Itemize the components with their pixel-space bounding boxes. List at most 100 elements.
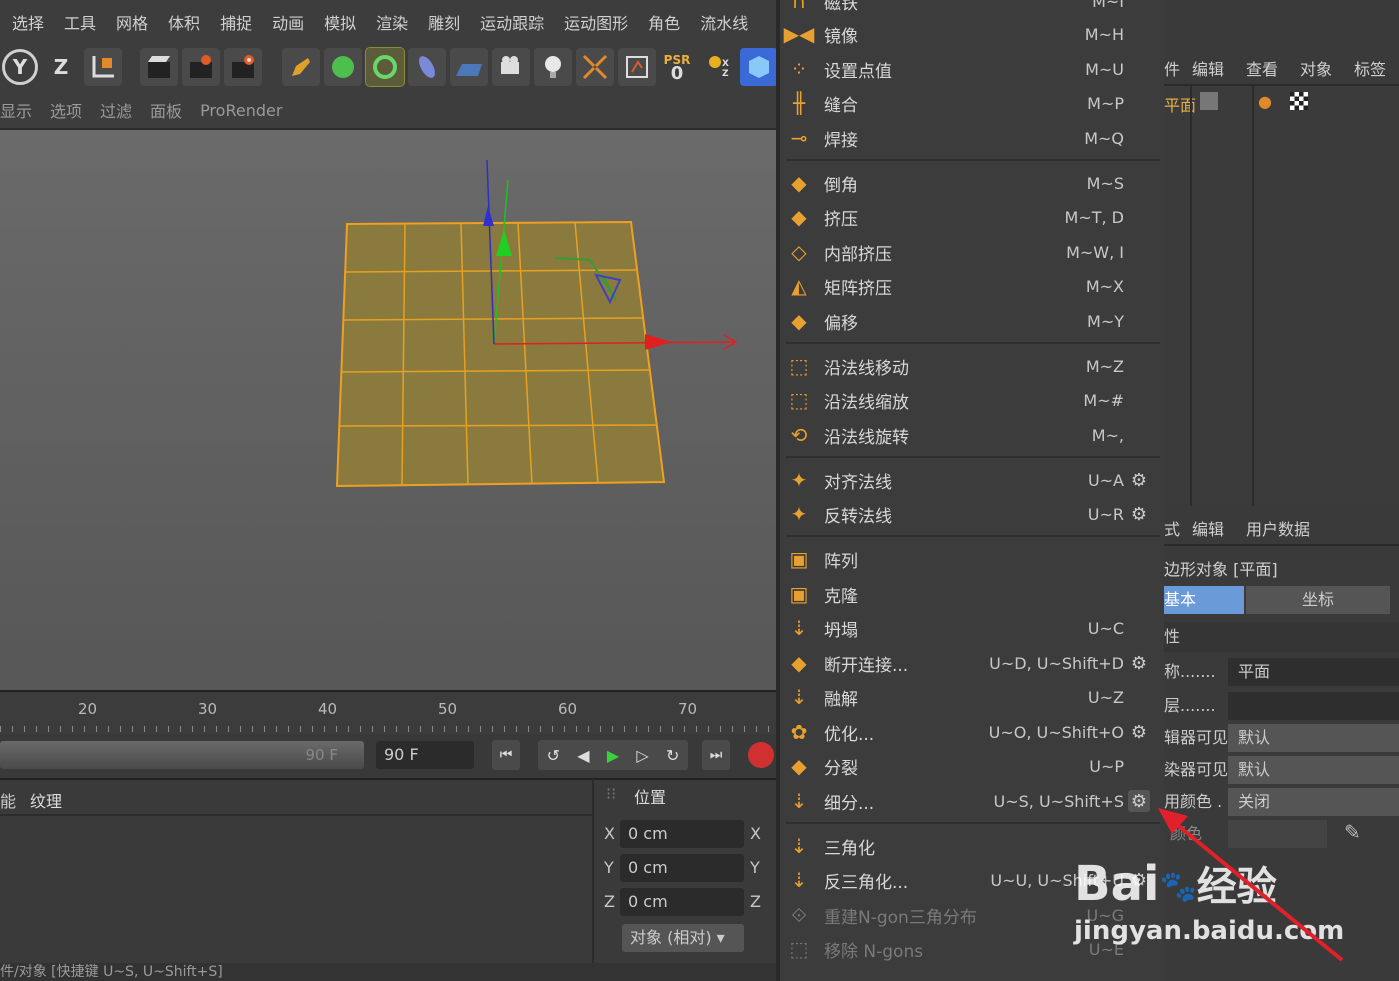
- tab-basic[interactable]: 基本: [1164, 586, 1244, 614]
- menu-item[interactable]: ⁘ 设置点值 M~U: [780, 52, 1164, 86]
- subdivision-icon[interactable]: [365, 47, 405, 87]
- menu-item[interactable]: ▣ 克隆: [780, 577, 1164, 611]
- menu-snap[interactable]: 捕捉: [210, 10, 262, 34]
- menu-sculpt[interactable]: 雕刻: [418, 10, 470, 34]
- prop-layer-field[interactable]: [1228, 692, 1399, 720]
- coordinate-system-icon[interactable]: [84, 48, 122, 86]
- play-icon[interactable]: ▶: [607, 746, 619, 765]
- 3d-viewport[interactable]: [0, 128, 776, 690]
- view-display[interactable]: 显示: [0, 98, 41, 122]
- z-axis-handle[interactable]: [483, 206, 494, 226]
- menu-mesh[interactable]: 网格: [106, 10, 158, 34]
- position-y-field[interactable]: 0 cm: [620, 854, 744, 882]
- prop-renderer-visible-dropdown[interactable]: 默认: [1228, 756, 1399, 784]
- menu-animate[interactable]: 动画: [262, 10, 314, 34]
- menu-item[interactable]: ⬚ 沿法线移动 M~Z: [780, 349, 1164, 383]
- gear-icon[interactable]: ⚙: [1128, 503, 1150, 525]
- view-options[interactable]: 选项: [41, 98, 91, 122]
- om-menu-file[interactable]: 件: [1164, 56, 1180, 80]
- menu-item[interactable]: ✿ 优化... U~O, U~Shift+O ⚙: [780, 715, 1164, 749]
- viewport-solo-icon[interactable]: [618, 48, 656, 86]
- frame-end-field[interactable]: 90 F: [376, 741, 474, 769]
- material-tab-texture[interactable]: 纹理: [30, 788, 62, 812]
- menu-simulate[interactable]: 模拟: [314, 10, 366, 34]
- position-z-field[interactable]: 0 cm: [620, 888, 744, 916]
- menu-item[interactable]: ◇ 内部挤压 M~W, I: [780, 235, 1164, 269]
- position-x-field[interactable]: 0 cm: [620, 820, 744, 848]
- menu-render[interactable]: 渲染: [366, 10, 418, 34]
- om-menu-object[interactable]: 对象: [1300, 56, 1332, 80]
- prop-name-field[interactable]: 平面: [1228, 658, 1399, 686]
- camera-icon[interactable]: [492, 48, 530, 86]
- menu-motion-tracking[interactable]: 运动跟踪: [470, 10, 554, 34]
- render-view-icon[interactable]: [140, 48, 178, 86]
- menu-volume[interactable]: 体积: [158, 10, 210, 34]
- menu-select[interactable]: 选择: [2, 10, 54, 34]
- menu-item[interactable]: ◆ 分裂 U~P: [780, 749, 1164, 783]
- timeline-ruler[interactable]: 20 30 40 50 60 70: [0, 690, 776, 734]
- om-menu-edit[interactable]: 编辑: [1192, 56, 1224, 80]
- prev-key-icon[interactable]: ◀: [577, 746, 589, 765]
- render-settings-icon[interactable]: [224, 48, 262, 86]
- section-header[interactable]: 性: [1164, 622, 1399, 652]
- menu-item[interactable]: ⇣ 融解 U~Z: [780, 680, 1164, 714]
- menu-item-magnet[interactable]: ∩ 磁铁 M~I: [780, 0, 1164, 18]
- deformer-icon[interactable]: [408, 48, 446, 86]
- gear-icon[interactable]: ⚙: [1128, 721, 1150, 743]
- menu-item[interactable]: ⬚ 沿法线缩放 M~#: [780, 383, 1164, 417]
- cube-primitive-icon[interactable]: [324, 48, 362, 86]
- light-icon[interactable]: [534, 48, 572, 86]
- locked-workplane-icon[interactable]: XZ: [700, 48, 738, 86]
- view-prorender[interactable]: ProRender: [191, 101, 291, 120]
- axis-z-button[interactable]: Z: [42, 48, 80, 86]
- view-panel[interactable]: 面板: [141, 98, 191, 122]
- material-tag-icon[interactable]: [1290, 92, 1308, 110]
- attr-menu-mode[interactable]: 式: [1164, 516, 1180, 540]
- menu-item[interactable]: ◆ 倒角 M~S: [780, 166, 1164, 200]
- repeat-icon[interactable]: ↻: [666, 746, 679, 765]
- view-filter[interactable]: 过滤: [91, 98, 141, 122]
- menu-item[interactable]: ▶◀ 镜像 M~H: [780, 17, 1164, 51]
- psr-button[interactable]: PSR 0: [658, 48, 696, 86]
- frame-range-slider[interactable]: 90 F: [0, 741, 364, 769]
- move-tool-icon[interactable]: [576, 48, 614, 86]
- menu-item[interactable]: ◭ 矩阵挤压 M~X: [780, 269, 1164, 303]
- menu-item[interactable]: ▣ 阵列: [780, 542, 1164, 576]
- layer-icon[interactable]: [1200, 92, 1218, 110]
- om-menu-tags[interactable]: 标签: [1354, 56, 1386, 80]
- attr-menu-userdata[interactable]: 用户数据: [1246, 516, 1310, 540]
- goto-end-button[interactable]: ⏭: [702, 740, 730, 770]
- menu-tools[interactable]: 工具: [54, 10, 106, 34]
- tab-coordinates[interactable]: 坐标: [1246, 586, 1390, 614]
- coordinate-mode-dropdown[interactable]: 对象 (相对) ▾: [622, 924, 744, 952]
- menu-item[interactable]: ◆ 断开连接... U~D, U~Shift+D ⚙: [780, 646, 1164, 680]
- next-key-icon[interactable]: ▷: [636, 746, 648, 765]
- menu-item[interactable]: ◆ 挤压 M~T, D: [780, 200, 1164, 234]
- attr-menu-edit[interactable]: 编辑: [1192, 516, 1224, 540]
- axis-y-button[interactable]: Y: [2, 49, 38, 85]
- phong-tag-icon[interactable]: ●: [1258, 92, 1272, 111]
- menu-pipeline[interactable]: 流水线: [690, 10, 758, 34]
- menu-item[interactable]: ⟲ 沿法线旋转 M~,: [780, 418, 1164, 452]
- menu-item[interactable]: ╫ 缝合 M~P: [780, 86, 1164, 120]
- menu-mograph[interactable]: 运动图形: [554, 10, 638, 34]
- menu-item[interactable]: ✦ 反转法线 U~R ⚙: [780, 497, 1164, 531]
- x-axis-handle[interactable]: [645, 334, 672, 350]
- goto-start-button[interactable]: ⏮: [492, 740, 520, 770]
- render-picture-viewer-icon[interactable]: [182, 48, 220, 86]
- cube-view-icon[interactable]: [740, 48, 778, 86]
- menu-item[interactable]: ⇣ 坍塌 U~C: [780, 611, 1164, 645]
- menu-character[interactable]: 角色: [638, 10, 690, 34]
- pen-tool-icon[interactable]: [282, 48, 320, 86]
- gear-icon[interactable]: ⚙: [1128, 652, 1150, 674]
- om-menu-view[interactable]: 查看: [1246, 56, 1278, 80]
- gear-icon[interactable]: ⚙: [1128, 469, 1150, 491]
- loop-icon[interactable]: ↺: [547, 746, 560, 765]
- menu-item[interactable]: ⊸ 焊接 M~Q: [780, 121, 1164, 155]
- prop-editor-visible-dropdown[interactable]: 默认: [1228, 724, 1399, 752]
- record-icon[interactable]: [748, 742, 774, 768]
- menu-item[interactable]: ✦ 对齐法线 U~A ⚙: [780, 463, 1164, 497]
- menu-item[interactable]: ⇣ 细分... U~S, U~Shift+S ⚙: [780, 784, 1164, 818]
- material-tab-partial[interactable]: 能: [0, 788, 16, 812]
- floor-icon[interactable]: [450, 48, 488, 86]
